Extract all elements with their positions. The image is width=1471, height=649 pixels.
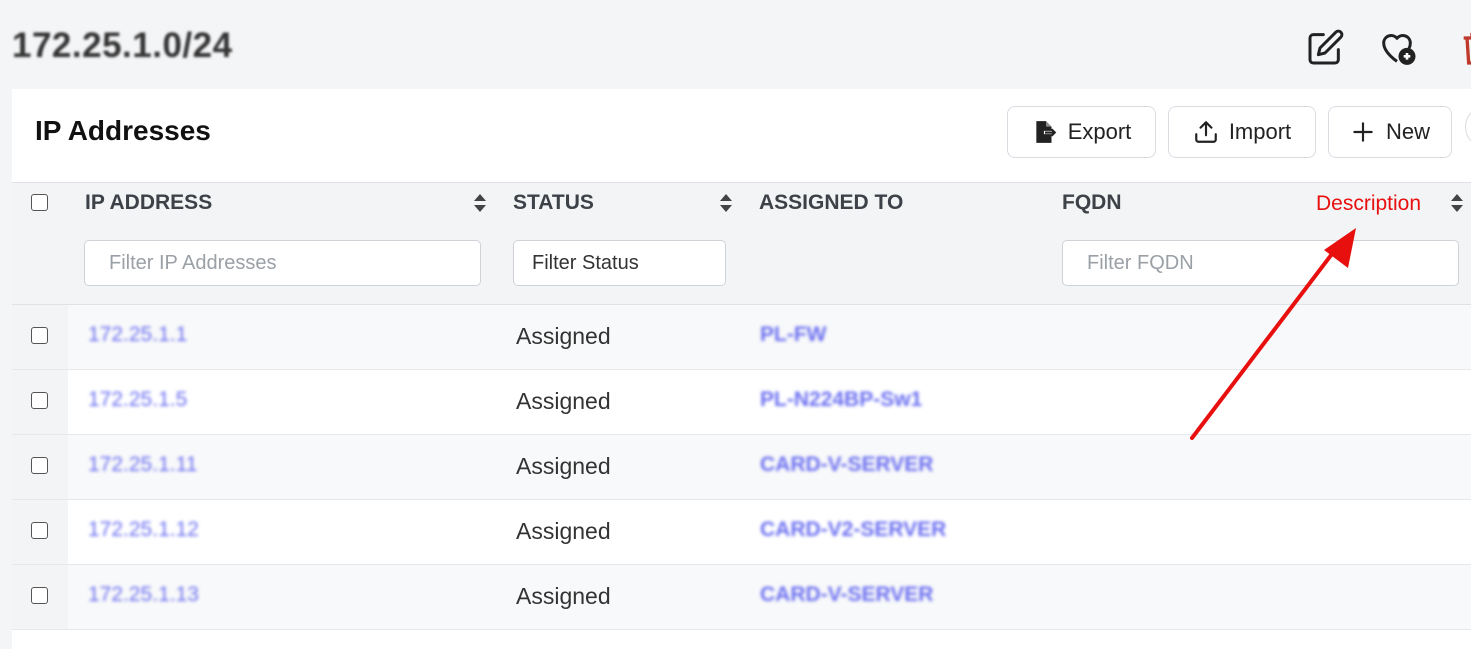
- sort-icon[interactable]: [1450, 191, 1464, 215]
- status-cell: Assigned: [516, 323, 611, 349]
- column-header-status[interactable]: STATUS: [513, 191, 594, 215]
- favorite-add-icon[interactable]: [1377, 28, 1421, 72]
- ip-address-link[interactable]: 172.25.1.13: [88, 583, 199, 607]
- assigned-to-link[interactable]: CARD-V-SERVER: [760, 583, 933, 607]
- annotation-arrow-icon: [1190, 228, 1356, 440]
- new-label: New: [1385, 119, 1430, 144]
- row-checkbox[interactable]: [31, 327, 48, 344]
- import-button[interactable]: Import: [1168, 106, 1316, 158]
- export-label: Export: [1067, 119, 1132, 144]
- sort-icon[interactable]: [719, 191, 733, 215]
- table-row[interactable]: 172.25.1.12 Assigned CARD-V2-SERVER: [12, 500, 1471, 565]
- plus-icon: [1353, 122, 1373, 142]
- ip-address-link[interactable]: 172.25.1.5: [88, 388, 187, 412]
- upload-icon: [1194, 121, 1217, 143]
- edit-icon[interactable]: [1305, 28, 1349, 72]
- status-cell: Assigned: [516, 388, 611, 414]
- sort-icon[interactable]: [473, 191, 487, 215]
- row-checkbox[interactable]: [31, 392, 48, 409]
- status-cell: Assigned: [516, 518, 611, 544]
- assigned-to-link[interactable]: CARD-V-SERVER: [760, 453, 933, 477]
- export-icon: [1036, 121, 1056, 143]
- assigned-to-link[interactable]: CARD-V2-SERVER: [760, 518, 946, 542]
- ip-address-link[interactable]: 172.25.1.1: [88, 323, 187, 347]
- section-title: IP Addresses: [35, 115, 211, 146]
- page-title: 172.25.1.0/24: [12, 26, 233, 65]
- ip-address-filter-input[interactable]: Filter IP Addresses: [84, 240, 481, 286]
- table-row[interactable]: 172.25.1.13 Assigned CARD-V-SERVER: [12, 565, 1471, 630]
- status-cell: Assigned: [516, 583, 611, 609]
- column-header-fqdn[interactable]: FQDN: [1062, 191, 1122, 215]
- ip-address-link[interactable]: 172.25.1.11: [88, 453, 197, 477]
- column-header-ip-address[interactable]: IP ADDRESS: [85, 191, 212, 215]
- column-header-assigned-to[interactable]: ASSIGNED TO: [759, 191, 903, 215]
- select-all-checkbox[interactable]: [31, 194, 48, 211]
- import-label: Import: [1228, 119, 1292, 144]
- annotation-label: Description: [1316, 192, 1422, 215]
- ip-address-link[interactable]: 172.25.1.12: [88, 518, 199, 542]
- row-checkbox[interactable]: [31, 522, 48, 539]
- more-options-button[interactable]: [1465, 106, 1471, 148]
- status-filter-select[interactable]: Filter Status: [513, 240, 726, 286]
- export-button[interactable]: Export: [1007, 106, 1156, 158]
- delete-icon[interactable]: [1457, 28, 1471, 72]
- row-checkbox[interactable]: [31, 457, 48, 474]
- status-cell: Assigned: [516, 453, 611, 479]
- new-button[interactable]: New: [1328, 106, 1452, 158]
- row-checkbox[interactable]: [31, 587, 48, 604]
- assigned-to-link[interactable]: PL-FW: [760, 323, 826, 347]
- assigned-to-link[interactable]: PL-N224BP-Sw1: [760, 388, 922, 412]
